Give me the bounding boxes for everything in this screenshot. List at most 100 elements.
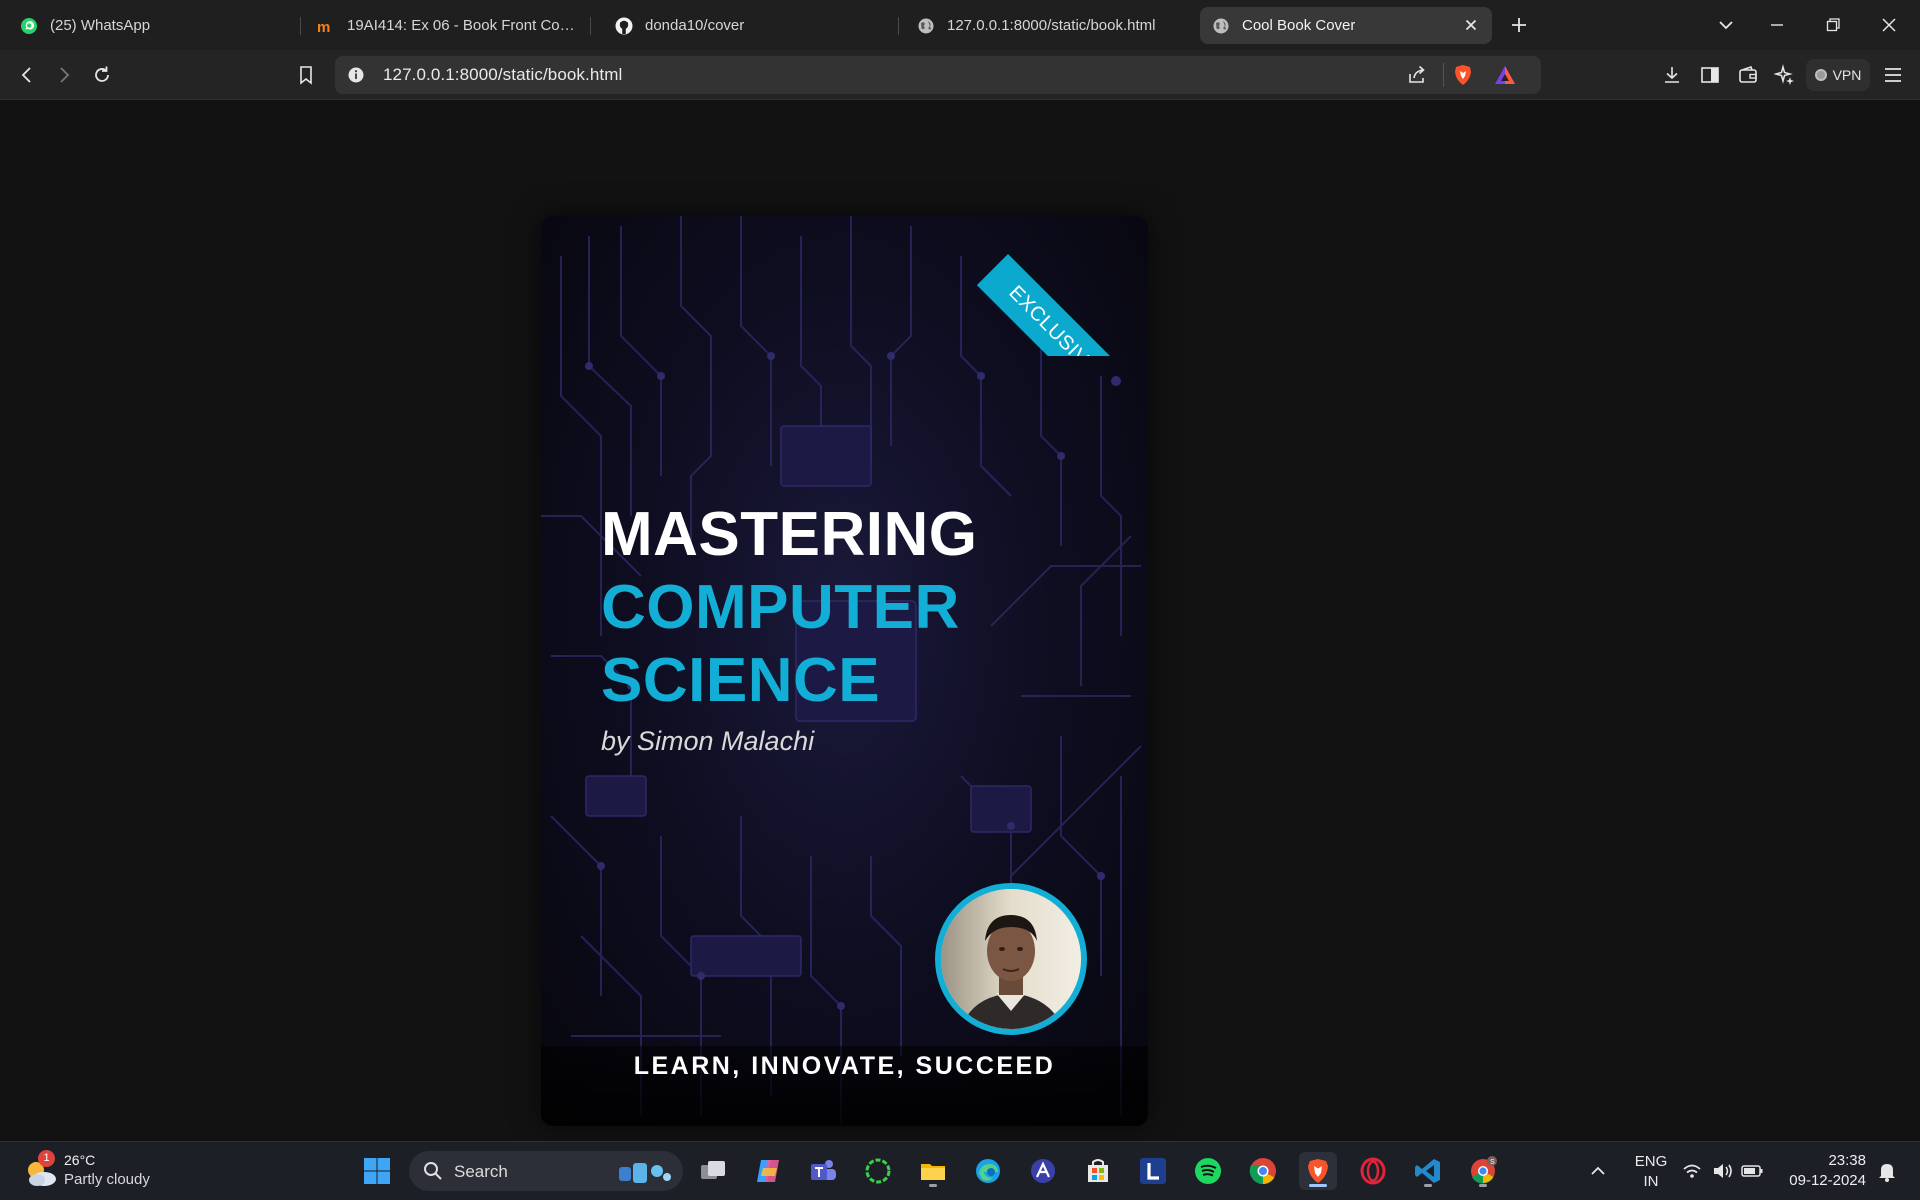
search-highlight-icon [619, 1163, 671, 1183]
show-hidden-icons-chevron-up-icon[interactable] [1583, 1152, 1613, 1190]
vpn-status-icon [1814, 69, 1827, 81]
app-triangle-icon[interactable] [1024, 1152, 1062, 1190]
search-label: Search [454, 1162, 508, 1181]
opera-icon[interactable] [1354, 1152, 1392, 1190]
brave-icon[interactable] [1299, 1152, 1337, 1190]
running-indicator [1479, 1184, 1487, 1187]
running-indicator [929, 1184, 937, 1187]
volume-icon [1714, 1164, 1732, 1178]
reload-icon[interactable] [89, 62, 115, 88]
edge-icon[interactable] [969, 1152, 1007, 1190]
vscode-icon[interactable] [1409, 1152, 1447, 1190]
vpn-label: VPN [1832, 67, 1862, 83]
tab-title: (25) WhatsApp [50, 17, 151, 34]
chrome-profile-icon[interactable]: S [1464, 1152, 1502, 1190]
share-icon[interactable] [1406, 64, 1428, 91]
new-tab-button[interactable] [1506, 12, 1532, 38]
app-circle-icon[interactable] [859, 1152, 897, 1190]
title-line-science: SCIENCE [601, 646, 881, 715]
globe-icon [917, 17, 935, 35]
book-author: by Simon Malachi [601, 726, 815, 756]
tab-cool-book-cover[interactable]: Cool Book Cover [1200, 7, 1492, 44]
author-photo [935, 883, 1087, 1035]
weather-badge: 1 [38, 1150, 55, 1167]
downloads-icon[interactable] [1659, 62, 1685, 88]
ribbon-text: EXCLUSIVE EDITION [1004, 281, 1148, 356]
clock-time: 23:38 [1828, 1152, 1866, 1169]
forward-icon[interactable] [51, 62, 77, 88]
task-view-icon[interactable] [694, 1152, 732, 1190]
notifications-bell-icon[interactable] [1872, 1152, 1902, 1190]
tab-github[interactable]: donda10/cover [603, 7, 893, 44]
running-indicator [1424, 1184, 1432, 1187]
brave-shields-icon[interactable] [1451, 63, 1475, 92]
address-bar[interactable]: 127.0.0.1:8000/static/book.html [335, 56, 1541, 94]
tab-title: 19AI414: Ex 06 - Book Front Cover P [347, 17, 575, 34]
globe-icon [1212, 17, 1230, 35]
ribbon-band: EXCLUSIVE EDITION [976, 254, 1148, 356]
tab-title: donda10/cover [645, 17, 745, 34]
book-title: MASTERING COMPUTER SCIENCE [601, 498, 978, 717]
weather-condition: Partly cloudy [64, 1171, 150, 1188]
l-app-icon[interactable] [1134, 1152, 1172, 1190]
teams-icon[interactable] [804, 1152, 842, 1190]
brave-rewards-icon[interactable] [1493, 64, 1517, 91]
tab-divider [300, 17, 301, 35]
author-portrait-image [941, 889, 1081, 1029]
tab-strip: (25) WhatsApp m 19AI414: Ex 06 - Book Fr… [0, 0, 1920, 50]
url-text[interactable]: 127.0.0.1:8000/static/book.html [383, 65, 622, 85]
leo-ai-icon[interactable] [1772, 62, 1798, 88]
clock-date: 09-12-2024 [1789, 1172, 1866, 1189]
windows-taskbar: 1 26°C Partly cloudy Search S ENG IN 23:… [0, 1141, 1920, 1200]
tab-moodle[interactable]: m 19AI414: Ex 06 - Book Front Cover P [305, 7, 587, 44]
wallet-icon[interactable] [1735, 62, 1761, 88]
page-viewport: EXCLUSIVE EDITION MASTERING COMPUTER SCI… [0, 101, 1920, 1141]
title-line-mastering: MASTERING [601, 500, 978, 569]
omnibox-divider [1443, 63, 1444, 87]
store-icon[interactable] [1079, 1152, 1117, 1190]
tab-divider [590, 17, 591, 35]
svg-text:m: m [317, 19, 330, 35]
copilot-icon[interactable] [749, 1152, 787, 1190]
tab-title: Cool Book Cover [1242, 17, 1356, 34]
spotify-icon[interactable] [1189, 1152, 1227, 1190]
taskbar-search[interactable]: Search [409, 1151, 683, 1191]
language-code: ENG [1634, 1153, 1668, 1170]
input-language-indicator[interactable]: ENG IN [1626, 1152, 1676, 1192]
battery-icon [1741, 1165, 1763, 1177]
wifi-icon [1683, 1164, 1701, 1178]
minimize-icon[interactable] [1764, 12, 1790, 38]
close-window-icon[interactable] [1876, 12, 1902, 38]
close-tab-icon[interactable] [1462, 16, 1480, 34]
active-indicator [1309, 1184, 1327, 1187]
tab-divider [898, 17, 899, 35]
taskbar-clock[interactable]: 23:38 09-12-2024 [1782, 1151, 1866, 1191]
quick-settings[interactable] [1678, 1152, 1778, 1190]
file-explorer-icon[interactable] [914, 1152, 952, 1190]
menu-icon[interactable] [1880, 62, 1906, 88]
bookmark-icon[interactable] [293, 62, 319, 88]
site-info-icon[interactable] [347, 66, 365, 89]
weather-widget[interactable]: 1 26°C Partly cloudy [22, 1150, 172, 1194]
vpn-button[interactable]: VPN [1806, 59, 1870, 91]
tab-whatsapp[interactable]: (25) WhatsApp [8, 7, 298, 44]
region-code: IN [1643, 1173, 1659, 1190]
edition-ribbon: EXCLUSIVE EDITION [968, 216, 1148, 356]
whatsapp-icon [20, 17, 38, 35]
moodle-icon: m [317, 17, 335, 35]
tab-title: 127.0.0.1:8000/static/book.html [947, 17, 1156, 34]
svg-text:S: S [1490, 1159, 1495, 1166]
chrome-icon[interactable] [1244, 1152, 1282, 1190]
book-tagline: LEARN, INNOVATE, SUCCEED [633, 1052, 1056, 1080]
sidebar-icon[interactable] [1697, 62, 1723, 88]
github-icon [615, 17, 633, 35]
browser-toolbar: 127.0.0.1:8000/static/book.html VPN [0, 50, 1920, 100]
weather-temperature: 26°C [64, 1152, 96, 1168]
restore-icon[interactable] [1820, 12, 1846, 38]
tab-localhost[interactable]: 127.0.0.1:8000/static/book.html [905, 7, 1195, 44]
title-line-computer: COMPUTER [601, 573, 960, 642]
tab-search-chevron-down-icon[interactable] [1713, 12, 1739, 38]
windows-start-icon[interactable] [358, 1152, 396, 1190]
search-icon [424, 1162, 442, 1180]
back-icon[interactable] [14, 62, 40, 88]
